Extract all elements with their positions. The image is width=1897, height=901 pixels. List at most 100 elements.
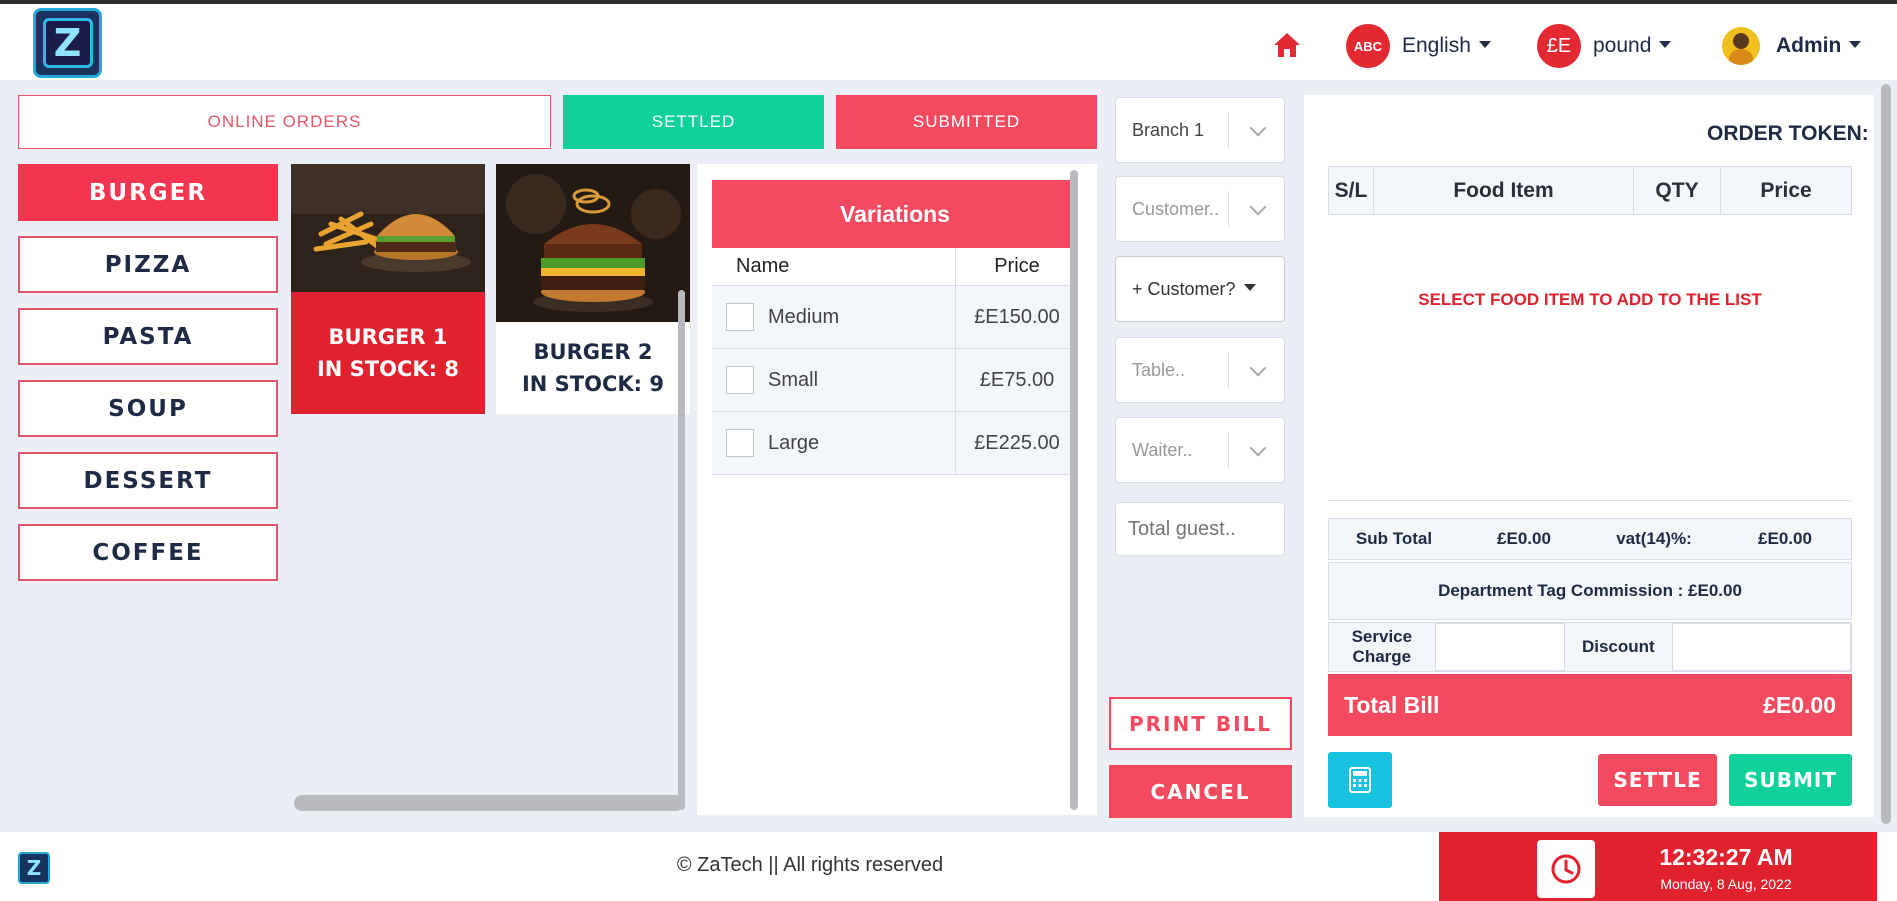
variation-price: £E225.00: [974, 431, 1060, 454]
chevron-down-icon: [1478, 41, 1491, 48]
category-coffee[interactable]: COFFEE: [18, 524, 278, 581]
col-price: Price: [1760, 178, 1812, 202]
table-placeholder: Table..: [1132, 359, 1186, 380]
user-dropdown[interactable]: Admin: [1722, 24, 1862, 68]
zatech-logo[interactable]: Z: [33, 8, 102, 78]
variations-header-row: Name Price: [712, 248, 1078, 286]
waiter-placeholder: Waiter..: [1132, 439, 1193, 460]
discount-label: Discount: [1581, 637, 1655, 656]
vat-value: £E0.00: [1758, 529, 1812, 548]
food-stock: IN STOCK: 8: [316, 357, 459, 381]
variation-checkbox[interactable]: [726, 366, 754, 394]
order-token-label: ORDER TOKEN:: [1707, 122, 1869, 145]
category-pasta[interactable]: PASTA: [18, 308, 278, 365]
variations-table: Variations Name Price Medium £E150.00 Sm…: [712, 180, 1078, 475]
food-name: BURGER 1: [328, 325, 448, 349]
branch-value: Branch 1: [1132, 119, 1205, 140]
food-stock: IN STOCK: 9: [521, 372, 664, 396]
variation-checkbox[interactable]: [726, 429, 754, 457]
branch-select[interactable]: Branch 1: [1115, 97, 1285, 163]
order-table-header: S/L Food Item QTY Price: [1328, 166, 1852, 215]
variations-title: Variations: [712, 180, 1078, 248]
divider: [1328, 500, 1852, 501]
currency-dropdown[interactable]: £E pound: [1537, 24, 1672, 68]
chevron-down-icon: [1849, 41, 1862, 48]
chevron-down-icon: [1249, 119, 1267, 137]
charges-row: Service Charge Discount: [1328, 622, 1852, 672]
customer-select[interactable]: Customer..: [1115, 176, 1285, 242]
variation-row[interactable]: Small £E75.00: [712, 349, 1078, 412]
copyright-text: © ZaTech || All rights reserved: [676, 854, 944, 876]
tab-submitted[interactable]: SUBMITTED: [836, 95, 1097, 149]
waiter-select[interactable]: Waiter..: [1115, 417, 1285, 483]
user-label: Admin: [1776, 34, 1842, 57]
category-soup[interactable]: SOUP: [18, 380, 278, 437]
total-bill-value: £E0.00: [1763, 691, 1836, 718]
add-customer-label: + Customer?: [1132, 278, 1236, 299]
add-customer-dropdown[interactable]: + Customer?: [1115, 256, 1285, 322]
chevron-down-icon: [1659, 41, 1672, 48]
variation-price: £E150.00: [974, 305, 1060, 328]
total-bill-label: Total Bill: [1344, 691, 1440, 718]
calculator-button[interactable]: [1328, 752, 1392, 808]
burger-2-image: [496, 164, 690, 322]
clock-icon: [1537, 840, 1595, 898]
currency-label: pound: [1593, 34, 1652, 57]
cancel-button[interactable]: CANCEL: [1109, 765, 1292, 818]
col-name: Name: [712, 248, 956, 285]
language-dropdown[interactable]: ABC English: [1346, 24, 1491, 68]
category-dessert[interactable]: DESSERT: [18, 452, 278, 509]
food-horizontal-scrollbar[interactable]: [294, 795, 684, 811]
variation-name: Large: [768, 431, 820, 454]
col-price: Price: [994, 255, 1040, 277]
submit-button[interactable]: SUBMIT: [1729, 754, 1852, 806]
total-bill-bar: Total Bill £E0.00: [1328, 674, 1852, 736]
variation-price: £E75.00: [979, 368, 1055, 391]
subtotal-label: Sub Total: [1355, 529, 1433, 548]
clock-date: Monday, 8 Aug, 2022: [1660, 876, 1792, 892]
department-commission: Department Tag Commission : £E0.00: [1328, 562, 1852, 620]
chevron-down-icon: [1249, 359, 1267, 377]
language-label: English: [1402, 34, 1471, 57]
variation-row[interactable]: Medium £E150.00: [712, 286, 1078, 349]
burger-1-image: [291, 164, 485, 292]
discount-input[interactable]: [1672, 623, 1851, 671]
caret-down-icon: [1243, 284, 1256, 291]
language-badge-icon: ABC: [1346, 24, 1390, 68]
clock-time: 12:32:27 AM: [1659, 844, 1793, 870]
table-select[interactable]: Table..: [1115, 337, 1285, 403]
variations-scrollbar[interactable]: [1070, 170, 1078, 810]
food-card-burger-2[interactable]: BURGER 2 IN STOCK: 9: [496, 164, 690, 414]
category-burger[interactable]: BURGER: [18, 164, 278, 221]
variation-checkbox[interactable]: [726, 303, 754, 331]
col-food-item: Food Item: [1374, 167, 1634, 214]
col-qty: QTY: [1634, 167, 1721, 214]
vat-label: vat(14)%:: [1616, 529, 1692, 548]
burger-2-label: BURGER 2 IN STOCK: 9: [496, 322, 690, 414]
category-pizza[interactable]: PIZZA: [18, 236, 278, 293]
clock-panel: 12:32:27 AM Monday, 8 Aug, 2022: [1439, 832, 1877, 901]
col-sl: S/L: [1329, 167, 1374, 214]
service-charge-input[interactable]: [1434, 623, 1565, 671]
footer: Z © ZaTech || All rights reserved 12:32:…: [0, 832, 1897, 901]
page-scrollbar[interactable]: [1881, 84, 1891, 824]
total-guest-input[interactable]: [1115, 502, 1285, 556]
avatar: [1722, 27, 1760, 65]
currency-badge-icon: £E: [1537, 24, 1581, 68]
settle-button[interactable]: SETTLE: [1598, 754, 1717, 806]
variation-row[interactable]: Large £E225.00: [712, 412, 1078, 475]
tab-settled[interactable]: SETTLED: [563, 95, 824, 149]
food-vertical-scrollbar[interactable]: [678, 290, 685, 810]
print-bill-button[interactable]: PRINT BILL: [1109, 697, 1292, 750]
variation-name: Small: [768, 368, 819, 391]
subtotal-row: Sub Total £E0.00 vat(14)%: £E0.00: [1328, 518, 1852, 560]
home-icon[interactable]: [1272, 30, 1302, 60]
subtotal-value: £E0.00: [1497, 529, 1551, 548]
food-name: BURGER 2: [533, 340, 653, 364]
tab-online-orders[interactable]: ONLINE ORDERS: [18, 95, 551, 149]
chevron-down-icon: [1249, 198, 1267, 216]
top-navbar: Z ABC English £E pound Admin: [0, 4, 1897, 80]
burger-1-label: BURGER 1 IN STOCK: 8: [291, 292, 485, 414]
customer-placeholder: Customer..: [1132, 198, 1220, 219]
food-card-burger-1[interactable]: BURGER 1 IN STOCK: 8: [291, 164, 485, 414]
